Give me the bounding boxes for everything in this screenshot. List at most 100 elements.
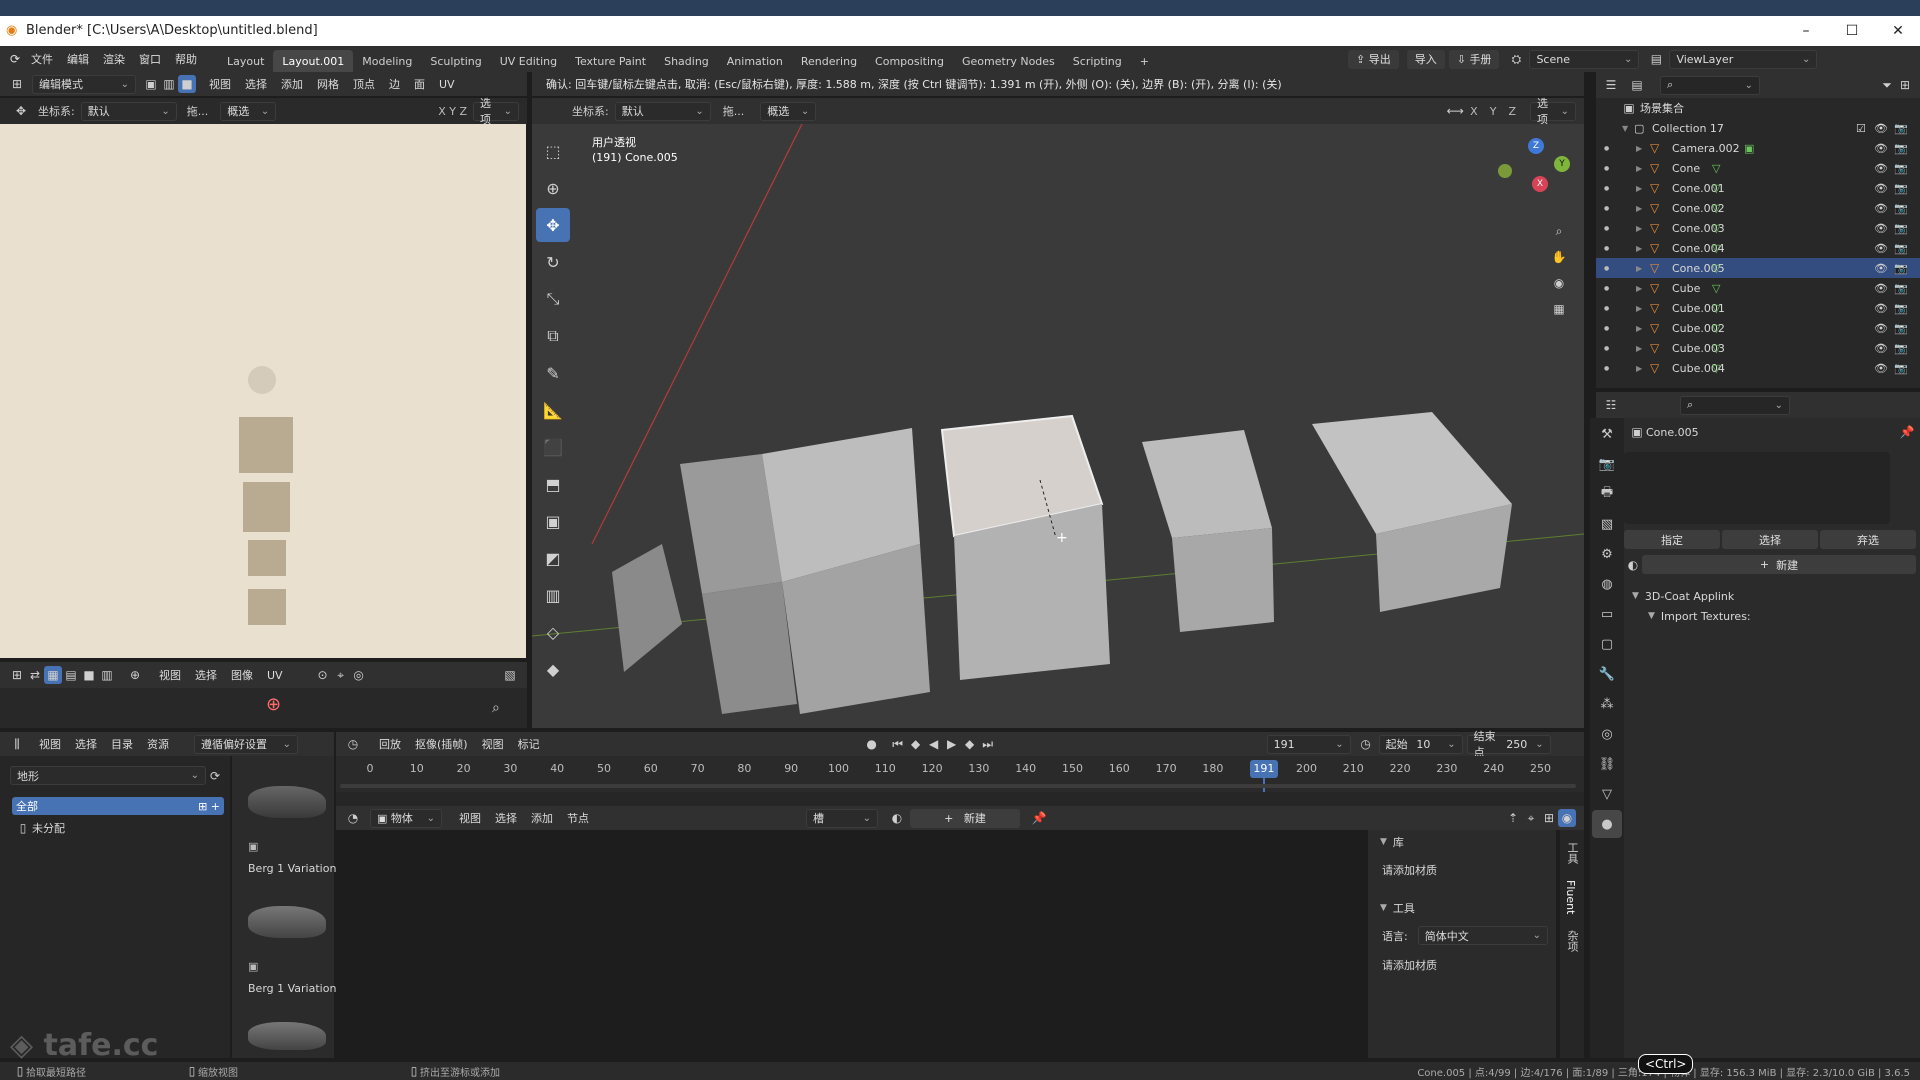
outliner-item[interactable]: ● ▶ ▽ Cube.001 ▽ 👁 📷 [1596, 298, 1920, 318]
zoom-view-icon[interactable]: ⌕ [1550, 222, 1568, 240]
tab-modeling[interactable]: Modeling [353, 50, 421, 72]
outliner-item[interactable]: ● ▶ ▽ Cube ▽ 👁 📷 [1596, 278, 1920, 298]
scene-collection-row[interactable]: ▣ 场景集合 [1596, 98, 1920, 118]
overlay-icon[interactable]: ⊞ [1540, 809, 1558, 827]
catalog-all[interactable]: 全部 ⊞ + [12, 797, 224, 815]
uv-edge-icon[interactable]: ▤ [62, 666, 80, 684]
mesh-data-icon[interactable]: ▽ [1712, 262, 1720, 275]
pan-view-icon[interactable]: ✋ [1550, 248, 1568, 266]
inset-tool-icon[interactable]: ▣ [536, 504, 570, 538]
play-icon[interactable]: ▶ [943, 735, 961, 753]
properties-search-input[interactable]: ⌕ [1680, 395, 1790, 415]
render-icon[interactable]: 📷 [1894, 362, 1908, 375]
tl-menu-marker[interactable]: 标记 [511, 736, 547, 752]
render-icon[interactable]: 📷 [1894, 322, 1908, 335]
parent-node-icon[interactable]: ⇡ [1504, 809, 1522, 827]
ortho-toggle-icon[interactable]: ▦ [1550, 300, 1568, 318]
edge-select-icon[interactable]: ▥ [160, 75, 178, 93]
expand-icon[interactable]: ▶ [1636, 204, 1642, 213]
loopcut-tool-icon[interactable]: ▥ [536, 578, 570, 612]
mesh-data-icon[interactable]: ▽ [1712, 222, 1720, 235]
camera-view-icon[interactable]: ◉ [1550, 274, 1568, 292]
asset-library-dropdown[interactable]: 遵循偏好设置 [194, 734, 298, 754]
tl-menu-view[interactable]: 视图 [475, 736, 511, 752]
refresh-icon[interactable]: ⟳ [206, 767, 224, 785]
uv-face-icon[interactable]: ■ [80, 666, 98, 684]
blender-menu-icon[interactable]: ⟳ [6, 50, 24, 68]
tab-animation[interactable]: Animation [718, 50, 792, 72]
material-browse-icon-2[interactable]: ◐ [888, 809, 906, 827]
eye-icon[interactable]: 👁 [1874, 122, 1888, 135]
menu-help[interactable]: 帮助 [168, 51, 204, 67]
render-icon[interactable]: 📷 [1894, 182, 1908, 195]
scene-selector[interactable]: Scene [1529, 49, 1640, 69]
mesh-data-icon[interactable]: ▽ [1712, 322, 1720, 335]
axis-toggles[interactable]: X Y Z [438, 105, 467, 118]
minimize-button[interactable]: – [1784, 16, 1828, 46]
assign-button[interactable]: 指定 [1624, 530, 1720, 549]
outliner-item[interactable]: ● ▶ ▽ Cone.002 ▽ 👁 📷 [1596, 198, 1920, 218]
gizmo-z[interactable]: Z [1528, 138, 1544, 154]
render-icon[interactable]: 📷 [1894, 142, 1908, 155]
img-menu-view[interactable]: 视图 [202, 76, 238, 92]
pin-icon[interactable]: 📌 [1898, 423, 1916, 441]
object-tab-icon[interactable]: ▢ [1592, 630, 1622, 658]
collection-tab-icon[interactable]: ▭ [1592, 600, 1622, 628]
tab-sculpting[interactable]: Sculpting [421, 50, 490, 72]
img-menu-face[interactable]: 面 [407, 76, 432, 92]
prev-key-icon[interactable]: ◆ [907, 735, 925, 753]
move-tool-icon[interactable]: ✥ [12, 102, 30, 120]
mesh-data-icon[interactable]: ▽ [1712, 342, 1720, 355]
asset-editor-type-icon[interactable]: ⫼ [8, 735, 26, 753]
tab-texture-paint[interactable]: Texture Paint [566, 50, 655, 72]
ab-menu-assets[interactable]: 资源 [140, 736, 176, 752]
eye-icon[interactable]: 👁 [1874, 222, 1888, 235]
render-icon[interactable]: 📷 [1894, 262, 1908, 275]
tab-layout-001[interactable]: Layout.001 [273, 50, 354, 72]
render-icon[interactable]: 📷 [1894, 162, 1908, 175]
transform-tool-icon[interactable]: ⧉ [536, 319, 570, 353]
pin-icon-2[interactable]: 📌 [1030, 809, 1048, 827]
panel-library[interactable]: ▼ 库 [1368, 830, 1556, 854]
outliner-item[interactable]: ● ▶ ▽ Cube.002 ▽ 👁 📷 [1596, 318, 1920, 338]
editor-type-icon-2[interactable]: ⊞ [8, 666, 26, 684]
mirror-icon[interactable]: ⟷ [1446, 102, 1464, 120]
face-select-icon[interactable]: ■ [178, 75, 196, 93]
sync-selection-icon[interactable]: ⇄ [26, 666, 44, 684]
tab-scripting[interactable]: Scripting [1064, 50, 1131, 72]
viewlayer-icon[interactable]: ▤ [1647, 50, 1665, 68]
snap-icon[interactable]: ⌖ [332, 666, 350, 684]
render-icon[interactable]: 📷 [1894, 222, 1908, 235]
select-button[interactable]: 选择 [1722, 530, 1818, 549]
scene-tab-icon[interactable]: ⚙ [1592, 540, 1622, 568]
options-dropdown[interactable]: 选项 [473, 97, 519, 126]
eye-icon[interactable]: 👁 [1874, 322, 1888, 335]
cursor-tool-icon[interactable]: ⊕ [536, 171, 570, 205]
world-tab-icon[interactable]: ◍ [1592, 570, 1622, 598]
expand-icon[interactable]: ▼ [1622, 124, 1628, 133]
expand-icon[interactable]: ▶ [1636, 184, 1642, 193]
menu-file[interactable]: 文件 [24, 51, 60, 67]
tl-menu-keying[interactable]: 抠像(插帧) [408, 736, 475, 752]
bevel-tool-icon[interactable]: ◩ [536, 541, 570, 575]
collection-row[interactable]: ▼ ▢ Collection 17 ☑ 👁 📷 [1596, 118, 1920, 138]
play-reverse-icon[interactable]: ◀ [925, 735, 943, 753]
asset-label-2[interactable]: Berg 1 Variation [248, 982, 336, 995]
uv-menu-select[interactable]: 选择 [188, 667, 224, 683]
outliner-item[interactable]: ● ▶ ▽ Cone.001 ▽ 👁 📷 [1596, 178, 1920, 198]
outliner-item[interactable]: ● ▶ ▽ Cone.003 ▽ 👁 📷 [1596, 218, 1920, 238]
scene-icon[interactable]: ⛭ [1507, 50, 1525, 68]
coord-dropdown[interactable]: 默认 [80, 101, 177, 121]
vertex-select-icon[interactable]: ▣ [142, 75, 160, 93]
uv-vertex-icon[interactable]: ▦ [44, 666, 62, 684]
ab-menu-view[interactable]: 视图 [32, 736, 68, 752]
gizmo-x[interactable]: X [1532, 176, 1548, 192]
eye-icon[interactable]: 👁 [1874, 362, 1888, 375]
vp-axis-y[interactable]: Y [1490, 105, 1497, 118]
img-menu-vertex[interactable]: 顶点 [346, 76, 382, 92]
material-browse-icon[interactable]: ◐ [1624, 556, 1642, 574]
expand-icon[interactable]: ▶ [1636, 364, 1642, 373]
next-key-icon[interactable]: ◆ [961, 735, 979, 753]
measure-tool-icon[interactable]: 📐 [536, 393, 570, 427]
sh-menu-node[interactable]: 节点 [560, 810, 596, 826]
